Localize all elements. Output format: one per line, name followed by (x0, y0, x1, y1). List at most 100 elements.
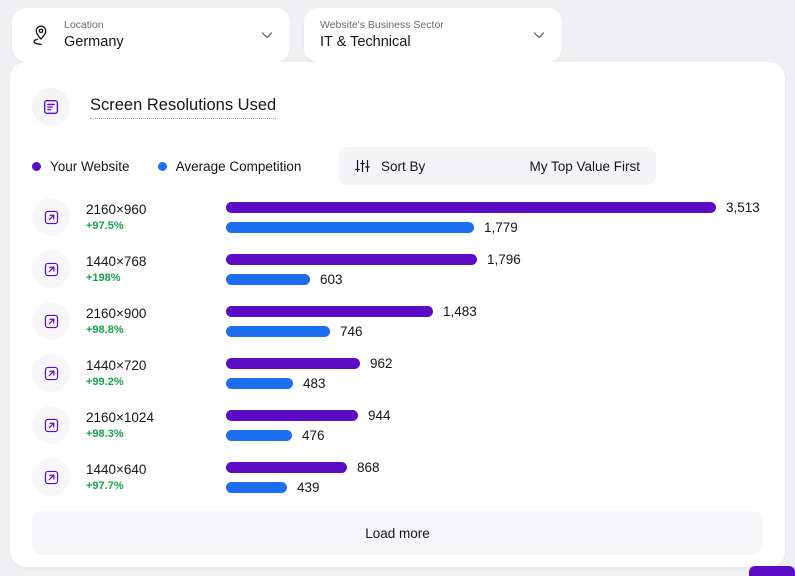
bar-line-your-website: 962 (226, 353, 785, 373)
resolution-row[interactable]: 1440×768 +198% 1,796 603 (10, 243, 785, 295)
sort-control[interactable]: Sort By My Top Value First (338, 147, 656, 185)
bar-value-label: 603 (320, 271, 343, 287)
bar-line-average-competition: 1,779 (226, 217, 785, 237)
bar-group: 868 439 (226, 457, 785, 497)
expand-arrow-icon[interactable] (32, 250, 70, 288)
bar-value-label: 476 (302, 427, 325, 443)
filter-bar: Location Germany Website's Business Sect… (0, 0, 562, 62)
filter-location-texts: Location Germany (64, 18, 252, 52)
filter-location-value: Germany (64, 34, 124, 50)
bar-value-label: 1,796 (487, 251, 521, 267)
bar-line-your-website: 3,513 (226, 197, 785, 217)
bar-value-label: 1,779 (484, 219, 518, 235)
bar-your-website (226, 357, 360, 369)
bar-value-label: 3,513 (726, 199, 760, 215)
resolution-row[interactable]: 2160×1024 +98.3% 944 476 (10, 399, 785, 451)
resolution-row[interactable]: 1440×720 +99.2% 962 483 (10, 347, 785, 399)
filter-sector-texts: Website's Business Sector IT & Technical (320, 18, 524, 52)
bar-group: 944 476 (226, 405, 785, 445)
bar-value-label: 746 (340, 323, 363, 339)
resolution-name: 2160×1024 (86, 409, 154, 425)
filter-location-label: Location (64, 19, 104, 31)
bar-group: 1,483 746 (226, 301, 785, 341)
bar-value-label: 483 (303, 375, 326, 391)
resolution-row[interactable]: 2160×900 +98.8% 1,483 746 (10, 295, 785, 347)
resolution-delta: +99.2% (86, 375, 124, 388)
bar-average-competition (226, 481, 287, 493)
card-header: Screen Resolutions Used (10, 62, 785, 126)
bar-value-label: 1,483 (443, 303, 477, 319)
resolution-labels: 1440×640 +97.7% (86, 461, 226, 494)
bar-line-your-website: 1,483 (226, 301, 785, 321)
document-list-icon (32, 88, 70, 126)
bar-value-label: 962 (370, 355, 393, 371)
bar-your-website (226, 305, 433, 317)
expand-arrow-icon[interactable] (32, 198, 70, 236)
legend-label-average-competition: Average Competition (175, 158, 302, 174)
bar-value-label: 439 (297, 479, 320, 495)
bar-your-website (226, 409, 358, 421)
filter-location[interactable]: Location Germany (12, 8, 290, 62)
bar-line-average-competition: 439 (226, 477, 785, 497)
bar-your-website (226, 201, 716, 213)
resolution-row[interactable]: 2160×960 +97.5% 3,513 1,779 (10, 191, 785, 243)
resolution-labels: 2160×960 +97.5% (86, 201, 226, 234)
resolution-delta: +198% (86, 271, 121, 284)
legend-item-your-website: Your Website (32, 159, 130, 174)
bar-group: 962 483 (226, 353, 785, 393)
load-more-button[interactable]: Load more (32, 511, 763, 555)
resolution-rows: 2160×960 +97.5% 3,513 1,779 1440×768 +198% 1,7… (10, 191, 785, 503)
chevron-down-icon[interactable] (258, 26, 276, 44)
resolution-delta: +98.8% (86, 323, 124, 336)
bar-group: 3,513 1,779 (226, 197, 785, 237)
bar-line-average-competition: 746 (226, 321, 785, 341)
expand-arrow-icon[interactable] (32, 458, 70, 496)
expand-arrow-icon[interactable] (32, 406, 70, 444)
bar-average-competition (226, 429, 292, 441)
filter-sector-label: Website's Business Sector (320, 19, 444, 31)
bar-your-website (226, 253, 477, 265)
bar-group: 1,796 603 (226, 249, 785, 289)
filter-sector-value: IT & Technical (320, 34, 411, 50)
resolution-row[interactable]: 1440×640 +97.7% 868 439 (10, 451, 785, 503)
floating-action-button[interactable] (749, 566, 795, 576)
resolution-name: 1440×720 (86, 357, 147, 373)
bar-line-average-competition: 476 (226, 425, 785, 445)
bar-line-average-competition: 483 (226, 373, 785, 393)
resolution-name: 1440×640 (86, 461, 147, 477)
app-root: Location Germany Website's Business Sect… (0, 0, 795, 576)
bar-your-website (226, 461, 347, 473)
bar-line-your-website: 868 (226, 457, 785, 477)
resolution-labels: 2160×900 +98.8% (86, 305, 226, 338)
legend-dot-average-competition (157, 161, 167, 171)
bar-line-your-website: 1,796 (226, 249, 785, 269)
chevron-down-icon[interactable] (530, 26, 548, 44)
sort-by-label: Sort By (381, 158, 426, 174)
bar-line-average-competition: 603 (226, 269, 785, 289)
bar-value-label: 944 (368, 407, 391, 423)
sliders-icon (354, 158, 371, 175)
bar-line-your-website: 944 (226, 405, 785, 425)
filter-business-sector[interactable]: Website's Business Sector IT & Technical (304, 8, 562, 62)
bar-average-competition (226, 221, 474, 233)
legend-item-average-competition: Average Competition (157, 158, 302, 174)
legend-and-sort: Your Website Average Competition Sort By… (32, 147, 785, 185)
bar-average-competition (226, 273, 310, 285)
resolution-delta: +98.3% (86, 427, 124, 440)
resolution-delta: +97.7% (86, 479, 124, 492)
expand-arrow-icon[interactable] (32, 302, 70, 340)
bar-average-competition (226, 325, 330, 337)
resolution-labels: 2160×1024 +98.3% (86, 409, 226, 442)
legend-label-your-website: Your Website (50, 158, 130, 174)
resolution-name: 1440×768 (86, 253, 147, 269)
resolution-labels: 1440×720 +99.2% (86, 357, 226, 390)
resolution-name: 2160×960 (86, 201, 147, 217)
sort-by-value[interactable]: My Top Value First (529, 159, 640, 174)
resolution-delta: +97.5% (86, 219, 124, 232)
map-pin-icon (28, 22, 54, 48)
resolution-name: 2160×900 (86, 305, 147, 321)
expand-arrow-icon[interactable] (32, 354, 70, 392)
legend-dot-your-website (32, 161, 41, 171)
resolution-labels: 1440×768 +198% (86, 253, 226, 286)
bar-average-competition (226, 377, 293, 389)
